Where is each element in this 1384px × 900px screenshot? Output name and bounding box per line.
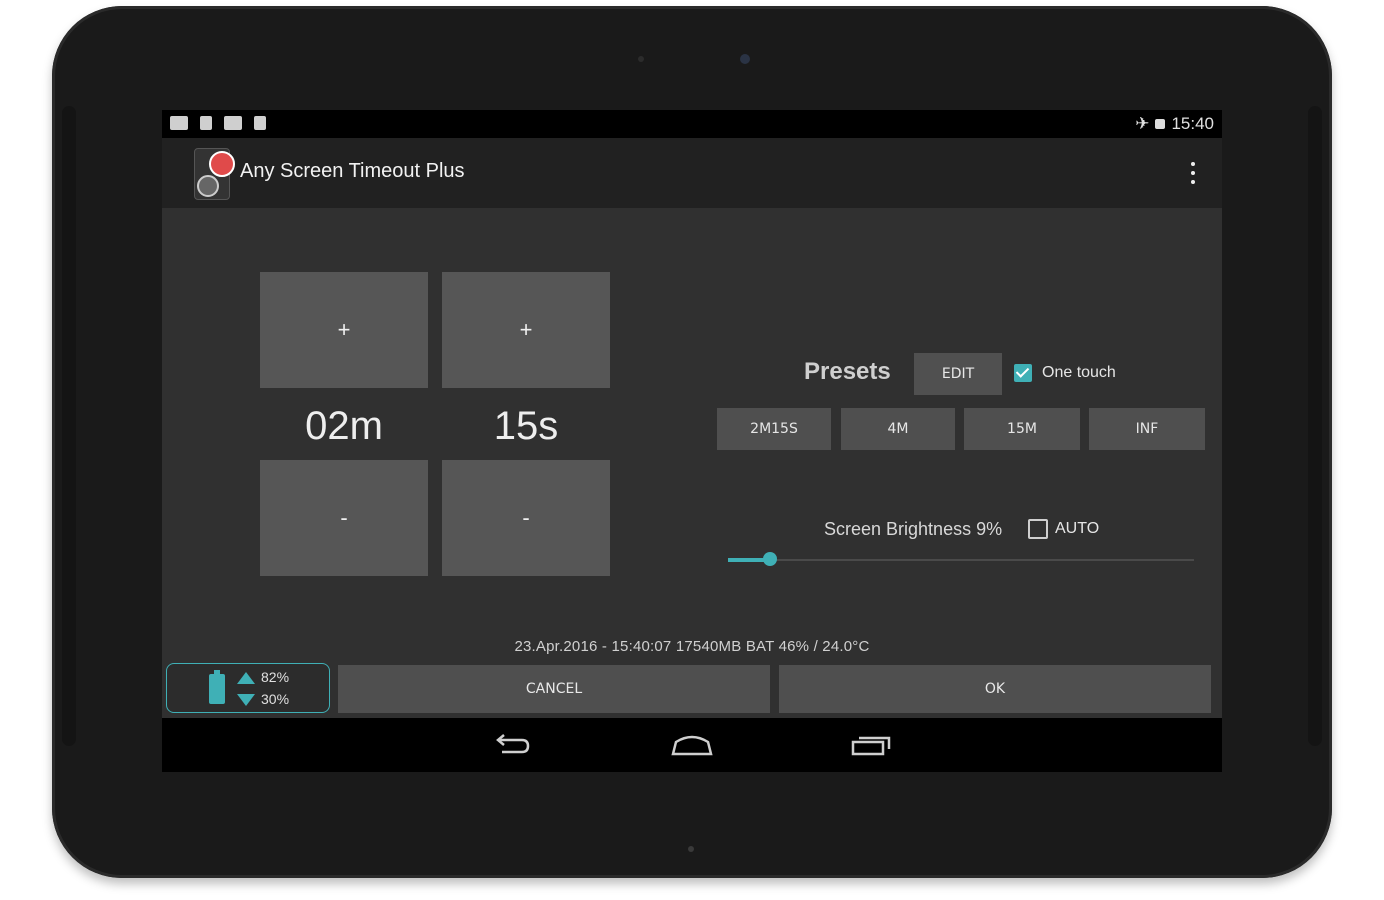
- preset-button-inf[interactable]: INF: [1089, 408, 1205, 450]
- brightness-label: Screen Brightness 9%: [824, 519, 1003, 539]
- app-icon: [194, 148, 235, 200]
- preset-button-4m[interactable]: 4M: [841, 408, 955, 450]
- speaker-left: [62, 106, 76, 746]
- back-icon[interactable]: [492, 734, 532, 756]
- battery-upper-threshold: 82%: [261, 669, 290, 685]
- battery-icon: [209, 670, 225, 704]
- screen: ✈ 15:40 Any Screen Timeout Plus + + 02m …: [162, 110, 1222, 772]
- status-time: 15:40: [1171, 114, 1214, 133]
- preset-button-2m15s[interactable]: 2M15S: [717, 408, 831, 450]
- status-bar: ✈ 15:40: [162, 110, 1222, 138]
- seconds-value: 15s: [493, 404, 559, 448]
- auto-brightness-label: AUTO: [1055, 520, 1100, 537]
- auto-brightness-checkbox[interactable]: [1028, 519, 1048, 539]
- speaker-right: [1308, 106, 1322, 746]
- storage-icon: [254, 116, 266, 130]
- home-icon[interactable]: [670, 734, 714, 756]
- brightness-slider-track[interactable]: [728, 559, 1194, 561]
- lock-icon: [1155, 119, 1166, 129]
- arrow-up-icon: [237, 672, 255, 684]
- app-title: Any Screen Timeout Plus: [240, 160, 465, 182]
- film-reel-small-icon: [197, 175, 219, 197]
- action-bar: Any Screen Timeout Plus: [162, 138, 1222, 208]
- overflow-menu-icon[interactable]: [1190, 162, 1196, 184]
- device-info-line: 23.Apr.2016 - 15:40:07 17540MB BAT 46% /…: [514, 638, 870, 655]
- edit-presets-button[interactable]: EDIT: [914, 353, 1002, 395]
- presets-label: Presets: [804, 358, 891, 385]
- film-reel-icon: [209, 151, 235, 177]
- camera-notification-icon: [224, 116, 242, 130]
- notification-led: [688, 846, 694, 852]
- seconds-minus-button[interactable]: -: [442, 460, 610, 576]
- battery-widget-button[interactable]: 82% 30%: [166, 663, 330, 713]
- sim-icon: [200, 116, 212, 130]
- notification-icon: [170, 116, 188, 130]
- ok-button[interactable]: OK: [779, 665, 1211, 713]
- arrow-down-icon: [237, 694, 255, 706]
- minutes-value: 02m: [305, 404, 383, 448]
- sensor: [638, 56, 644, 62]
- minutes-plus-button[interactable]: +: [260, 272, 428, 388]
- one-touch-label: One touch: [1042, 364, 1116, 381]
- battery-lower-threshold: 30%: [261, 691, 290, 707]
- cancel-button[interactable]: CANCEL: [338, 665, 770, 713]
- one-touch-checkbox[interactable]: [1014, 364, 1032, 382]
- airplane-icon: ✈: [1135, 114, 1150, 133]
- recent-apps-icon[interactable]: [850, 734, 892, 756]
- seconds-plus-button[interactable]: +: [442, 272, 610, 388]
- preset-button-15m[interactable]: 15M: [964, 408, 1080, 450]
- front-camera: [740, 54, 750, 64]
- brightness-slider-thumb[interactable]: [762, 552, 777, 566]
- minutes-minus-button[interactable]: -: [260, 460, 428, 576]
- status-right: ✈ 15:40: [1135, 114, 1214, 134]
- navigation-bar: [162, 718, 1222, 772]
